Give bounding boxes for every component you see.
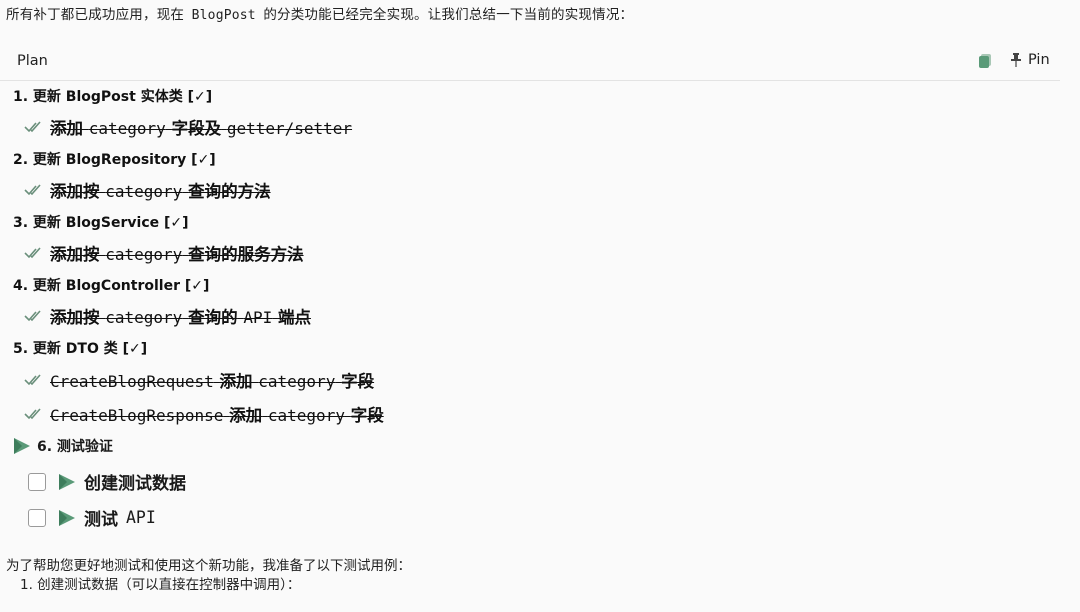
subtask-text: 添加按 category 查询的方法 xyxy=(50,182,271,201)
todo-item: 测试 API xyxy=(28,505,156,530)
pin-icon xyxy=(1011,53,1021,67)
subtask-5-2: CreateBlogResponse 添加 category 字段 xyxy=(24,402,384,426)
step-5: 5. 更新 DTO 类 [✓] xyxy=(13,338,147,358)
subtask-text: CreateBlogResponse 添加 category 字段 xyxy=(50,406,384,425)
subtask-text: 添加按 category 查询的服务方法 xyxy=(50,245,304,264)
step-label: 3. 更新 BlogService [✓] xyxy=(13,215,189,231)
step-label: 4. 更新 BlogController [✓] xyxy=(13,278,210,294)
step-label: 5. 更新 DTO 类 [✓] xyxy=(13,341,148,357)
step-label: 1. 更新 BlogPost 实体类 [✓] xyxy=(13,89,213,105)
subtask-text: CreateBlogRequest 添加 category 字段 xyxy=(50,372,375,391)
todo-code: API xyxy=(126,508,156,527)
copy-icon[interactable] xyxy=(978,53,992,69)
pin-label: Pin xyxy=(1028,52,1050,68)
double-check-icon xyxy=(24,184,41,196)
play-icon xyxy=(59,473,75,490)
pin-button[interactable]: Pin xyxy=(1010,52,1050,68)
step-1: 1. 更新 BlogPost 实体类 [✓] xyxy=(13,86,212,106)
outro-list-item: 1. 创建测试数据（可以直接在控制器中调用）： xyxy=(20,577,301,593)
double-check-icon xyxy=(24,374,41,386)
subtask-2-1: 添加按 category 查询的方法 xyxy=(24,178,271,202)
subtask-5-1: CreateBlogRequest 添加 category 字段 xyxy=(24,368,374,392)
double-check-icon xyxy=(24,121,41,133)
subtask-4-1: 添加按 category 查询的 API 端点 xyxy=(24,304,311,328)
subtask-1-1: 添加 category 字段及 getter/setter xyxy=(24,115,352,139)
todo-label: 测试 xyxy=(84,510,118,530)
step-4: 4. 更新 BlogController [✓] xyxy=(13,275,209,295)
intro-after: 的分类功能已经完全实现。让我们总结一下当前的实现情况： xyxy=(263,7,634,23)
current-step-label: 6. 测试验证 xyxy=(37,439,113,455)
play-icon xyxy=(14,438,30,454)
plan-header: Plan Pin xyxy=(0,40,1060,81)
step-2: 2. 更新 BlogRepository [✓] xyxy=(13,149,216,169)
double-check-icon xyxy=(24,408,41,420)
plan-title: Plan xyxy=(17,53,48,69)
play-icon xyxy=(59,509,75,526)
todo-checkbox[interactable] xyxy=(28,472,46,491)
todo-checkbox[interactable] xyxy=(28,508,46,527)
intro-before: 所有补丁都已成功应用，现在 xyxy=(6,7,185,23)
double-check-icon xyxy=(24,247,41,259)
todo-label: 创建测试数据 xyxy=(84,474,186,494)
double-check-icon xyxy=(24,310,41,322)
subtask-text: 添加按 category 查询的 API 端点 xyxy=(50,308,311,327)
intro-text: 所有补丁都已成功应用，现在 BlogPost 的分类功能已经完全实现。让我们总结… xyxy=(6,3,633,23)
step-3: 3. 更新 BlogService [✓] xyxy=(13,212,189,232)
step-label: 2. 更新 BlogRepository [✓] xyxy=(13,152,216,168)
subtask-text: 添加 category 字段及 getter/setter xyxy=(50,119,353,138)
current-step: 6. 测试验证 xyxy=(13,436,113,456)
outro-text: 为了帮助您更好地测试和使用这个新功能，我准备了以下测试用例： xyxy=(6,558,411,574)
intro-code: BlogPost xyxy=(191,8,256,23)
todo-item: 创建测试数据 xyxy=(28,469,186,494)
subtask-3-1: 添加按 category 查询的服务方法 xyxy=(24,241,304,265)
